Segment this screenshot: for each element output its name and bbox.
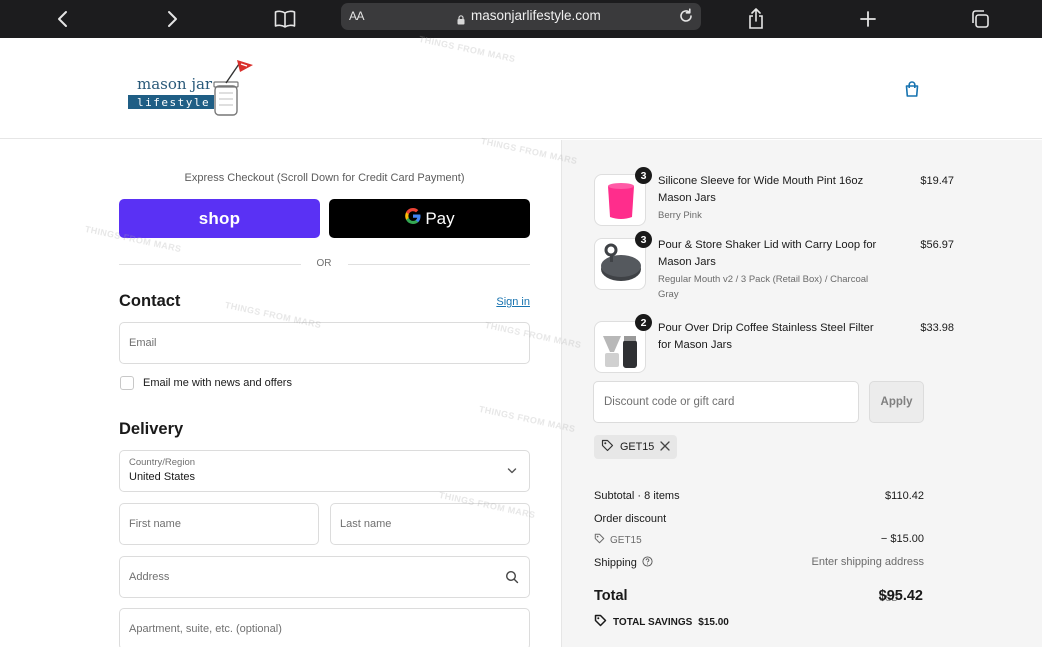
subtotal-label: Subtotal · 8 items	[594, 490, 680, 502]
tag-icon	[601, 439, 614, 455]
newsletter-checkbox[interactable]	[120, 376, 134, 390]
applied-discount-chip: GET15	[594, 435, 678, 459]
item-title: Pour & Store Shaker Lid with Carry Loop …	[658, 239, 877, 268]
tabs-icon[interactable]	[967, 6, 993, 32]
google-pay-button[interactable]: Pay	[329, 199, 530, 238]
total-savings: TOTAL SAVINGS $15.00	[594, 614, 729, 630]
chevron-down-icon	[507, 466, 517, 479]
express-checkout-title: Express Checkout (Scroll Down for Credit…	[184, 172, 465, 184]
svg-text:lifestyle: lifestyle	[137, 96, 210, 109]
discount-value: − $15.00	[880, 533, 924, 545]
shipping-value: Enter shipping address	[811, 556, 924, 568]
site-header: mason jar lifestyle	[0, 38, 1042, 139]
subtotal-value: $110.42	[885, 490, 924, 502]
total-label: Total	[594, 588, 628, 604]
close-icon[interactable]	[660, 440, 670, 454]
discount-code-input[interactable]: Discount code or gift card	[593, 381, 859, 423]
item-variant: Berry Pink	[658, 210, 702, 221]
shipping-label: Shipping	[594, 557, 637, 569]
contact-heading: Contact	[119, 292, 181, 310]
address-field[interactable]: Address	[119, 556, 530, 598]
email-field[interactable]: Email	[119, 322, 530, 364]
applied-code: GET15	[620, 441, 655, 453]
apartment-field[interactable]: Apartment, suite, etc. (optional)	[119, 608, 530, 647]
country-label: Country/Region	[129, 457, 196, 468]
chevron-right-icon[interactable]	[160, 6, 186, 32]
shopping-bag-icon[interactable]	[903, 80, 921, 98]
item-price: $33.98	[920, 322, 954, 334]
discount-code-label: GET15	[610, 534, 642, 546]
last-name-field[interactable]: Last name	[330, 503, 530, 545]
reader-aa-button[interactable]: AA	[349, 9, 365, 23]
apartment-placeholder: Apartment, suite, etc. (optional)	[129, 623, 282, 635]
order-discount-row: Order discount	[594, 513, 924, 525]
share-icon[interactable]	[743, 6, 769, 32]
last-name-placeholder: Last name	[340, 518, 392, 530]
book-icon[interactable]	[272, 6, 298, 32]
search-icon[interactable]	[505, 570, 519, 587]
url-text: masonjarlifestyle.com	[471, 8, 601, 23]
item-name: Silicone Sleeve for Wide Mouth Pint 16oz…	[658, 173, 888, 223]
discount-code-row: GET15 − $15.00	[594, 533, 924, 547]
plus-icon[interactable]	[855, 6, 881, 32]
apply-discount-button[interactable]: Apply	[869, 381, 924, 423]
country-value: United States	[129, 471, 196, 483]
country-select[interactable]: Country/Region United States	[119, 450, 530, 492]
shipping-row: Shipping Enter shipping address	[594, 556, 924, 570]
tag-icon	[594, 533, 605, 547]
delivery-heading: Delivery	[119, 420, 184, 438]
quantity-badge: 3	[635, 231, 652, 248]
browser-toolbar: AA masonjarlifestyle.com	[0, 0, 1042, 38]
item-variant: Regular Mouth v2 / 3 Pack (Retail Box) /…	[658, 274, 869, 300]
savings-label: TOTAL SAVINGS	[613, 616, 693, 628]
shop-pay-label: shop	[198, 208, 241, 228]
newsletter-option[interactable]: Email me with news and offers	[120, 376, 292, 390]
order-discount-label: Order discount	[594, 513, 667, 525]
reload-icon[interactable]	[677, 7, 695, 30]
site-logo[interactable]: mason jar lifestyle	[127, 56, 255, 120]
savings-value: $15.00	[698, 616, 729, 628]
discount-placeholder: Discount code or gift card	[604, 396, 735, 408]
lock-icon	[457, 12, 465, 30]
item-name: Pour & Store Shaker Lid with Carry Loop …	[658, 237, 888, 302]
tag-icon	[594, 614, 607, 630]
item-name: Pour Over Drip Coffee Stainless Steel Fi…	[658, 320, 888, 354]
newsletter-label: Email me with news and offers	[143, 377, 292, 389]
order-summary: 3 Silicone Sleeve for Wide Mouth Pint 16…	[561, 140, 1042, 647]
apply-label: Apply	[880, 396, 913, 408]
item-price: $56.97	[920, 239, 954, 251]
address-placeholder: Address	[129, 571, 170, 583]
item-title: Pour Over Drip Coffee Stainless Steel Fi…	[658, 322, 874, 351]
help-circle-icon[interactable]	[642, 556, 653, 570]
item-price: $19.47	[920, 175, 954, 187]
email-placeholder: Email	[129, 337, 157, 349]
shop-pay-button[interactable]: shop	[119, 199, 320, 238]
google-g-icon	[404, 207, 422, 230]
quantity-badge: 3	[635, 167, 652, 184]
subtotal-row: Subtotal · 8 items $110.42	[594, 490, 924, 502]
chevron-left-icon[interactable]	[49, 6, 75, 32]
google-pay-label: Pay	[425, 208, 455, 228]
first-name-placeholder: First name	[129, 518, 181, 530]
first-name-field[interactable]: First name	[119, 503, 319, 545]
svg-text:mason jar: mason jar	[137, 75, 213, 93]
or-label: OR	[305, 258, 343, 269]
total-value: $95.42	[878, 588, 923, 604]
item-title: Silicone Sleeve for Wide Mouth Pint 16oz…	[658, 175, 864, 204]
sign-in-link[interactable]: Sign in	[496, 296, 530, 308]
address-bar[interactable]: AA masonjarlifestyle.com	[341, 3, 701, 30]
quantity-badge: 2	[635, 314, 652, 331]
